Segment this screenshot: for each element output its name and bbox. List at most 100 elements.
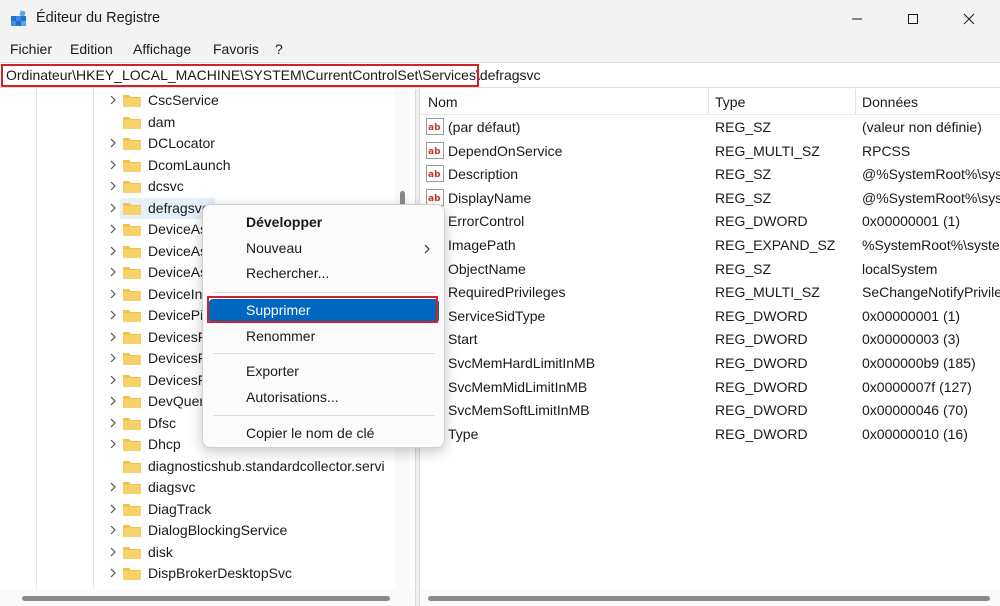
list-horizontal-scrollbar[interactable] [420, 589, 1000, 606]
context-menu-item-nouveau[interactable]: Nouveau [209, 237, 439, 261]
chevron-right-icon[interactable] [108, 375, 118, 385]
tree-item[interactable]: DialogBlockingService [0, 520, 395, 541]
value-data: RPCSS [862, 142, 911, 159]
column-separator[interactable] [708, 89, 709, 115]
tree-horizontal-scrollbar[interactable] [0, 589, 415, 606]
value-row[interactable]: 011110SvcMemSoftLimitInMBREG_DWORD0x0000… [420, 398, 1000, 422]
value-row[interactable]: 011110StartREG_DWORD0x00000003 (3) [420, 327, 1000, 351]
value-row[interactable]: abObjectNameREG_SZlocalSystem [420, 257, 1000, 281]
menu-fichier[interactable]: Fichier [10, 41, 52, 57]
column-header-name[interactable]: Nom [428, 94, 458, 110]
values-list-pane[interactable]: Nom Type Données ab (par défaut) REG_SZ (va… [420, 89, 1000, 606]
value-row[interactable]: ab Description REG_SZ @%SystemRoot%\system3… [420, 162, 1000, 186]
value-row[interactable]: 011110ErrorControlREG_DWORD0x00000001 (1… [420, 209, 1000, 233]
value-type: REG_MULTI_SZ [715, 284, 820, 301]
chevron-right-icon[interactable] [108, 95, 118, 105]
value-row[interactable]: 011110SvcMemHardLimitInMBREG_DWORD0x0000… [420, 351, 1000, 375]
delete-annotation-box [207, 296, 438, 323]
chevron-right-icon[interactable] [108, 353, 118, 363]
menu-edition[interactable]: Edition [70, 41, 113, 57]
context-menu-item-renommer[interactable]: Renommer [209, 325, 439, 349]
tree-item-label: DispBrokerDesktopSvc [148, 565, 292, 581]
tree-item[interactable]: disk [0, 542, 395, 563]
folder-icon [123, 288, 141, 301]
tree-item-label: dcsvc [148, 178, 184, 194]
list-header: Nom Type Données [420, 89, 1000, 115]
value-row[interactable]: ab DependOnService REG_MULTI_SZ RPCSS [420, 139, 1000, 163]
context-menu-item-developper[interactable]: Développer [209, 211, 439, 235]
chevron-right-icon[interactable] [108, 547, 118, 557]
context-menu-item-label: Autorisations... [246, 389, 339, 405]
tree-item[interactable]: DispBrokerDesktopSvc [0, 563, 395, 584]
window-title: Éditeur du Registre [36, 10, 161, 26]
chevron-right-icon[interactable] [108, 138, 118, 148]
chevron-right-icon[interactable] [108, 332, 118, 342]
column-separator[interactable] [855, 89, 856, 115]
chevron-right-icon[interactable] [108, 203, 118, 213]
value-type: REG_SZ [715, 119, 772, 135]
folder-icon [123, 482, 141, 494]
value-data: %SystemRoot%\system32\svchost.exe -k def… [862, 237, 1000, 253]
tree-item[interactable]: DcomLaunch [0, 155, 395, 176]
chevron-right-icon[interactable] [108, 246, 118, 256]
close-button[interactable] [946, 0, 992, 38]
value-name: ServiceSidType [448, 307, 546, 324]
tree-item-label: dam [148, 113, 176, 130]
value-type: REG_DWORD [715, 402, 808, 419]
chevron-right-icon[interactable] [108, 568, 118, 578]
tree-horizontal-scroll-thumb[interactable] [22, 596, 390, 601]
context-menu-item-autorisations[interactable]: Autorisations... [209, 386, 439, 410]
list-horizontal-scroll-thumb[interactable] [428, 596, 990, 601]
value-name: DisplayName [448, 189, 532, 206]
value-data: localSystem [862, 260, 938, 277]
context-menu-item-copier-le-nom-de-cle[interactable]: Copier le nom de clé [209, 422, 439, 446]
folder-icon [123, 310, 141, 322]
chevron-right-icon[interactable] [108, 525, 118, 535]
value-row[interactable]: 011110TypeREG_DWORD0x00000010 (16) [420, 422, 1000, 446]
context-menu-item-rechercher[interactable]: Rechercher... [209, 262, 439, 286]
value-data: 0x00000003 (3) [862, 331, 961, 348]
chevron-right-icon[interactable] [108, 504, 118, 514]
maximize-icon [908, 14, 918, 24]
minimize-button[interactable] [834, 0, 880, 38]
value-row[interactable]: 011110SvcMemMidLimitInMBREG_DWORD0x00000… [420, 375, 1000, 399]
value-type: REG_MULTI_SZ [715, 142, 820, 159]
address-annotation-box [1, 64, 479, 87]
menu-help[interactable]: ? [275, 41, 283, 57]
tree-item[interactable]: DCLocator [0, 133, 395, 154]
chevron-right-icon[interactable] [108, 224, 118, 234]
column-header-data[interactable]: Données [862, 94, 918, 110]
value-name: Type [448, 425, 479, 442]
tree-item[interactable]: dam [0, 112, 395, 133]
value-row[interactable]: ab (par défaut) REG_SZ (valeur non définie) [420, 115, 1000, 139]
tree-item[interactable]: diagsvc [0, 477, 395, 498]
context-menu-item-exporter[interactable]: Exporter [209, 360, 439, 384]
chevron-right-icon[interactable] [108, 267, 118, 277]
value-data: 0x000000b9 (185) [862, 355, 976, 371]
folder-icon [123, 181, 141, 193]
chevron-right-icon[interactable] [108, 310, 118, 320]
chevron-right-icon[interactable] [108, 181, 118, 191]
tree-item[interactable]: DiagTrack [0, 499, 395, 520]
value-row[interactable]: ab DisplayName REG_SZ @%SystemRoot%\system3… [420, 186, 1000, 210]
chevron-right-icon[interactable] [108, 482, 118, 492]
tree-item[interactable]: CscService [0, 90, 395, 111]
value-row[interactable]: abRequiredPrivilegesREG_MULTI_SZSeChange… [420, 280, 1000, 304]
chevron-right-icon[interactable] [108, 418, 118, 428]
tree-item-label: DialogBlockingService [148, 522, 288, 538]
context-menu-separator [213, 415, 435, 416]
tree-item[interactable]: diagnosticshub.standardcollector.servi [0, 456, 395, 477]
tree-item[interactable]: dcsvc [0, 176, 395, 197]
minimize-icon [852, 18, 862, 20]
value-row[interactable]: 011110ServiceSidTypeREG_DWORD0x00000001 … [420, 304, 1000, 328]
chevron-right-icon[interactable] [108, 439, 118, 449]
menu-affichage[interactable]: Affichage [133, 41, 191, 57]
chevron-right-icon[interactable] [108, 396, 118, 406]
menu-favoris[interactable]: Favoris [213, 41, 259, 57]
chevron-right-icon[interactable] [108, 160, 118, 170]
value-row[interactable]: abImagePathREG_EXPAND_SZ%SystemRoot%\sys… [420, 233, 1000, 257]
maximize-button[interactable] [890, 0, 936, 38]
chevron-right-icon[interactable] [108, 289, 118, 299]
value-data: 0x00000001 (1) [862, 213, 961, 230]
column-header-type[interactable]: Type [715, 94, 745, 110]
